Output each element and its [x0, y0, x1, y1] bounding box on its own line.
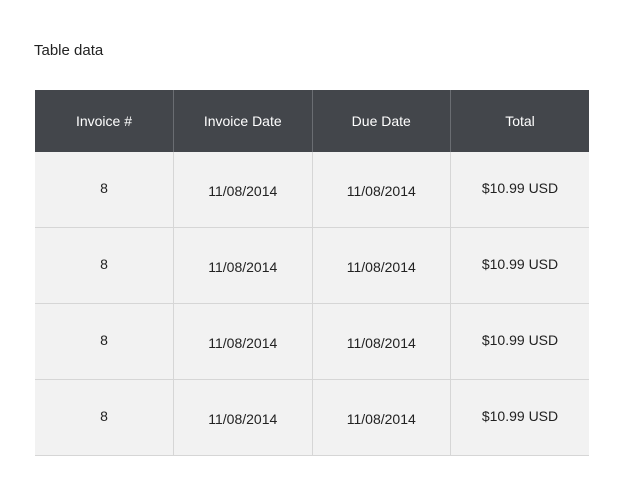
- due-date-cell: 11/08/2014: [311, 303, 451, 380]
- invoice-number-cell: 8: [35, 152, 174, 228]
- invoice-table: Invoice # Invoice Date Due Date Total 81…: [35, 90, 589, 456]
- invoice-date-cell: 11/08/2014: [173, 227, 312, 304]
- total-cell: $10.99 USD: [450, 303, 589, 380]
- due-date-cell: 11/08/2014: [311, 379, 451, 456]
- column-header-invoice-number[interactable]: Invoice #: [35, 90, 174, 152]
- invoice-number-cell: 8: [35, 303, 174, 380]
- column-header-total[interactable]: Total: [450, 90, 589, 152]
- column-header-due-date[interactable]: Due Date: [311, 90, 451, 152]
- table-row: 8 11/08/2014 11/08/2014 $10.99 USD: [35, 379, 589, 456]
- due-date-cell: 11/08/2014: [311, 227, 451, 304]
- invoice-date-cell: 11/08/2014: [173, 303, 312, 380]
- table-header-row: Invoice # Invoice Date Due Date Total: [35, 90, 589, 152]
- table-row: 8 11/08/2014 11/08/2014 $10.99 USD: [35, 152, 589, 228]
- total-cell: $10.99 USD: [450, 227, 589, 304]
- column-header-invoice-date[interactable]: Invoice Date: [173, 90, 312, 152]
- table-row: 8 11/08/2014 11/08/2014 $10.99 USD: [35, 227, 589, 304]
- table-row: 8 11/08/2014 11/08/2014 $10.99 USD: [35, 303, 589, 380]
- due-date-cell: 11/08/2014: [311, 152, 451, 228]
- total-cell: $10.99 USD: [450, 379, 589, 456]
- invoice-date-cell: 11/08/2014: [173, 379, 312, 456]
- invoice-number-cell: 8: [35, 379, 174, 456]
- invoice-number-cell: 8: [35, 227, 174, 304]
- total-cell: $10.99 USD: [450, 152, 589, 228]
- page-title: Table data: [34, 42, 104, 59]
- invoice-date-cell: 11/08/2014: [173, 152, 312, 228]
